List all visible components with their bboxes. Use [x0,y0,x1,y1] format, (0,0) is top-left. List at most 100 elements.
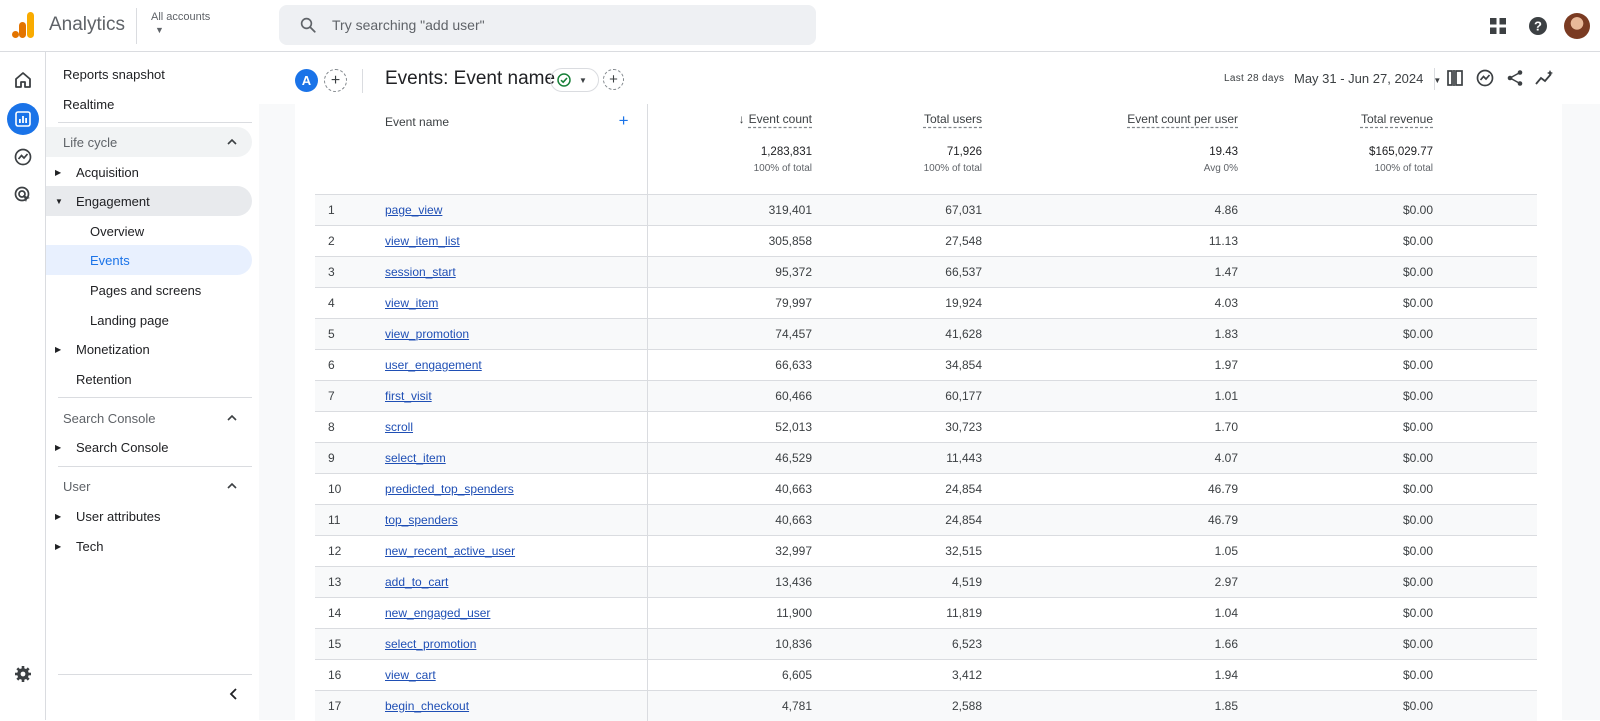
nav-section-user[interactable]: User [46,471,252,501]
event-name-cell: user_engagement [385,349,648,380]
collapse-nav-button[interactable] [222,682,246,706]
nav-monetization[interactable]: ▶ Monetization [46,334,252,364]
total-revenue-cell: $0.00 [1402,636,1433,651]
event-name-link[interactable]: scroll [385,420,413,434]
caret-right-icon: ▶ [55,442,62,452]
event-name-link[interactable]: user_engagement [385,358,482,372]
date-range-picker[interactable]: May 31 - Jun 27, 2024 ▼ [1294,71,1441,86]
table-row[interactable]: 8 scroll 52,013 30,723 1.70 $0.00 [315,411,1537,442]
nav-pages-and-screens[interactable]: Pages and screens [46,275,252,305]
trend-insights-icon[interactable] [1530,65,1560,91]
total-revenue-column-header[interactable]: Total revenue $165,029.77 100% of total [1238,104,1433,194]
nav-search-console[interactable]: ▶ Search Console [46,432,252,462]
search-bar[interactable] [279,5,816,45]
nav-engagement[interactable]: ▼ Engagement [46,186,252,216]
event-name-link[interactable]: view_promotion [385,327,469,341]
nav-reports-snapshot[interactable]: Reports snapshot [46,59,252,89]
nav-section-lifecycle[interactable]: Life cycle [46,127,252,157]
nav-label: User attributes [76,508,161,524]
avatar[interactable] [1564,13,1590,39]
nav-events[interactable]: Events [46,245,252,275]
nav-overview[interactable]: Overview [46,216,252,246]
event-name-cell: top_spenders [385,504,648,535]
table-row[interactable]: 7 first_visit 60,466 60,177 1.01 $0.00 [315,380,1537,411]
event-count-per-user-cell: 1.04 [1214,605,1238,620]
settings-icon[interactable] [7,658,39,690]
table-row[interactable]: 5 view_promotion 74,457 41,628 1.83 $0.00 [315,318,1537,349]
table-row[interactable]: 13 add_to_cart 13,436 4,519 2.97 $0.00 [315,566,1537,597]
event-name-link[interactable]: page_view [385,203,442,217]
event-name-link[interactable]: session_start [385,265,456,279]
nav-acquisition[interactable]: ▶ Acquisition [46,157,252,187]
search-input[interactable] [332,5,802,45]
table-row[interactable]: 16 view_cart 6,605 3,412 1.94 $0.00 [315,659,1537,690]
report-header: A + Events: Event name ▼ + Last 28 days … [259,52,1600,104]
event-name-link[interactable]: begin_checkout [385,699,469,713]
advertising-icon[interactable] [7,179,39,211]
account-label: All accounts [151,11,211,23]
event-count-per-user-cell: 1.05 [1214,543,1238,558]
nav-section-search-console[interactable]: Search Console [46,403,252,433]
help-icon[interactable]: ? [1518,11,1558,41]
nav-tech[interactable]: ▶ Tech [46,531,252,561]
table-row[interactable]: 10 predicted_top_spenders 40,663 24,854 46.7… [315,473,1537,504]
event-name-link[interactable]: select_promotion [385,637,476,651]
nav-retention[interactable]: Retention [46,364,252,394]
customize-report-icon[interactable] [1440,65,1470,91]
comparison-badge[interactable]: A [295,69,318,92]
spacer-cell [1433,380,1537,411]
table-row[interactable]: 17 begin_checkout 4,781 2,588 1.85 $0.00 [315,690,1537,721]
nav-user-attributes[interactable]: ▶ User attributes [46,501,252,531]
nav-landing-page[interactable]: Landing page [46,305,252,335]
explore-icon[interactable] [7,141,39,173]
event-name-link[interactable]: view_cart [385,668,436,682]
event-name-link[interactable]: view_item_list [385,234,460,248]
table-row[interactable]: 6 user_engagement 66,633 34,854 1.97 $0.00 [315,349,1537,380]
event-name-link[interactable]: first_visit [385,389,432,403]
table-row[interactable]: 12 new_recent_active_user 32,997 32,515 1.05… [315,535,1537,566]
event-name-link[interactable]: new_engaged_user [385,606,490,620]
chevron-left-icon [229,688,237,700]
table-row[interactable]: 14 new_engaged_user 11,900 11,819 1.04 $0.00 [315,597,1537,628]
home-icon[interactable] [7,64,39,96]
account-selector[interactable]: All accounts ▼ [151,11,210,35]
table-row[interactable]: 3 session_start 95,372 66,537 1.47 $0.00 [315,256,1537,287]
nav-divider [58,674,252,675]
row-rank: 16 [328,667,342,682]
apps-grid-icon[interactable] [1478,11,1518,41]
insights-icon[interactable] [1470,65,1500,91]
nav-realtime[interactable]: Realtime [46,89,252,119]
table-row[interactable]: 2 view_item_list 305,858 27,548 11.13 $0.00 [315,225,1537,256]
event-name-link[interactable]: select_item [385,451,446,465]
table-row[interactable]: 11 top_spenders 40,663 24,854 46.79 $0.00 [315,504,1537,535]
add-filter-button[interactable]: + [603,69,624,90]
event-count-cell: 79,997 [775,295,812,310]
table-row[interactable]: 1 page_view 319,401 67,031 4.86 $0.00 [315,194,1537,225]
event-name-link[interactable]: add_to_cart [385,575,448,589]
event-count-column-header[interactable]: ↓ Event count 1,283,831 100% of total [647,104,812,194]
reports-icon[interactable] [7,103,39,135]
event-count-cell: 10,836 [775,636,812,651]
total-users-column-header[interactable]: Total users 71,926 100% of total [812,104,982,194]
total-users-total: 71,926 [946,146,982,158]
event-name-link[interactable]: predicted_top_spenders [385,482,514,496]
total-revenue-cell: $0.00 [1402,233,1433,248]
event-count-total: 1,283,831 [760,146,812,158]
spacer-cell [1433,318,1537,349]
chevron-up-icon [227,414,237,421]
row-rank: 3 [328,264,335,279]
add-comparison-button[interactable]: + [324,69,347,92]
event-name-link[interactable]: new_recent_active_user [385,544,515,558]
share-icon[interactable] [1500,65,1530,91]
table-row[interactable]: 15 select_promotion 10,836 6,523 1.66 $0.00 [315,628,1537,659]
event-count-per-user-column-header[interactable]: Event count per user 19.43 Avg 0% [982,104,1238,194]
add-dimension-icon[interactable]: + [619,112,629,129]
event-name-link[interactable]: view_item [385,296,438,310]
nav-label: Events [90,252,130,268]
table-row[interactable]: 9 select_item 46,529 11,443 4.07 $0.00 [315,442,1537,473]
event-name-link[interactable]: top_spenders [385,513,458,527]
status-dropdown[interactable]: ▼ [550,68,599,92]
table-row[interactable]: 4 view_item 79,997 19,924 4.03 $0.00 [315,287,1537,318]
event-count-per-user-cell: 11.13 [1208,233,1238,248]
total-users-cell: 11,819 [946,605,982,620]
